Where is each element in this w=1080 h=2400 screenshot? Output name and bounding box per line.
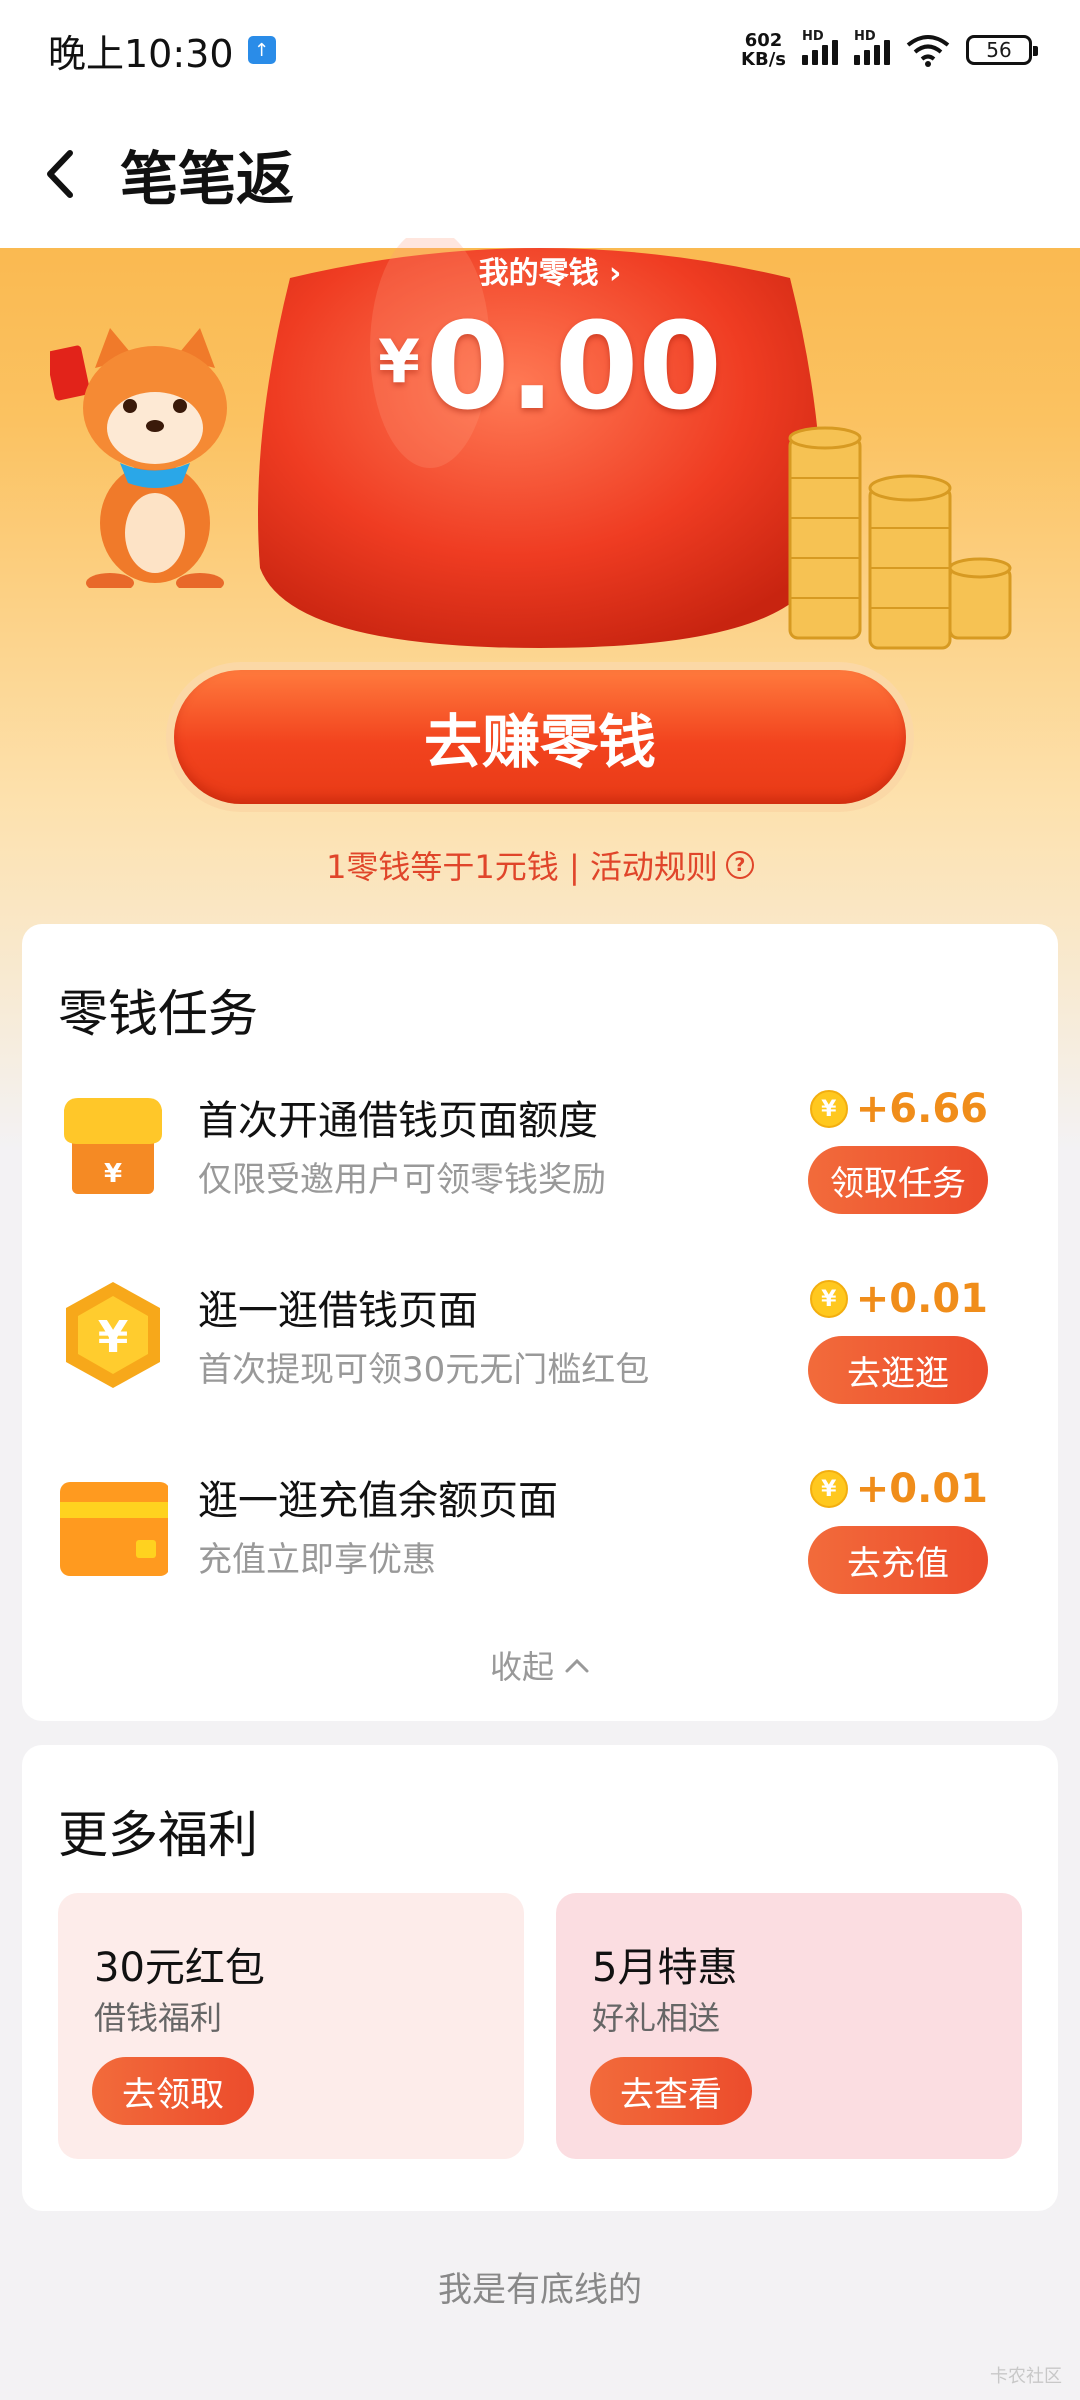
browse-button[interactable]: 去逛逛 xyxy=(808,1336,988,1404)
wifi-icon xyxy=(906,35,950,67)
task-item: ¥ 逛一逛借钱页面 首次提现可领30元无门槛红包 ¥ +0.01 去逛逛 xyxy=(22,1274,1058,1404)
svg-text:¥: ¥ xyxy=(104,1159,122,1189)
rule-text[interactable]: 1零钱等于1元钱 | 活动规则 xyxy=(326,842,718,888)
yen-coin-icon: ¥ xyxy=(66,1282,160,1388)
task-subtitle: 首次提现可领30元无门槛红包 xyxy=(198,1350,650,1390)
chevron-left-icon xyxy=(47,150,73,198)
task-title: 逛一逛借钱页面 xyxy=(198,1288,478,1334)
signal-hd-label: HD xyxy=(802,29,824,44)
claim-task-button[interactable]: 领取任务 xyxy=(808,1146,988,1214)
task-subtitle: 仅限受邀用户可领零钱奖励 xyxy=(198,1160,606,1200)
watermark: 卡农社区 xyxy=(990,2366,1062,2387)
battery-icon: 56 xyxy=(966,35,1038,65)
benefit-title: 30元红包 xyxy=(94,1945,265,1991)
task-item: 逛一逛充值余额页面 充值立即享优惠 ¥ +0.01 去充值 xyxy=(22,1464,1058,1594)
task-subtitle: 充值立即享优惠 xyxy=(198,1540,436,1580)
shiba-mascot-icon xyxy=(50,328,227,588)
task-reward-value: +0.01 xyxy=(855,1466,988,1512)
balance-label[interactable]: 我的零钱 › xyxy=(250,248,850,292)
status-time: 晚上10:30 xyxy=(48,31,234,76)
claim-button[interactable]: 去领取 xyxy=(92,2057,254,2125)
task-reward: ¥ +0.01 xyxy=(809,1466,988,1512)
balance-value: 0.00 xyxy=(425,298,722,437)
chevron-up-icon xyxy=(565,1658,589,1673)
benefit-red-packet[interactable]: 30元红包 借钱福利 去领取 xyxy=(58,1893,524,2159)
network-speed-value: 602 xyxy=(744,30,783,51)
coin-icon: ¥ xyxy=(809,1280,848,1318)
coin-icon: ¥ xyxy=(809,1090,848,1128)
signal-hd-label-2: HD xyxy=(854,29,876,44)
task-title: 逛一逛充值余额页面 xyxy=(198,1478,558,1524)
signal-icon: HD xyxy=(802,29,838,65)
help-circle-icon[interactable]: ? xyxy=(725,851,754,879)
page-title: 笔笔返 xyxy=(120,145,295,213)
task-title: 首次开通借钱页面额度 xyxy=(198,1098,598,1144)
recharge-button[interactable]: 去充值 xyxy=(808,1526,988,1594)
hero-banner: 我的零钱 › ¥0.00 去赚零钱 1零钱等于1元钱 | 活动规则 ? xyxy=(0,238,1080,908)
more-benefits-title: 更多福利 xyxy=(58,1806,258,1864)
benefit-subtitle: 借钱福利 xyxy=(94,1999,223,2037)
tasks-card: 零钱任务 ¥ 首次开通借钱页面额度 仅限受邀用户可领零钱奖励 ¥ +6.66 领… xyxy=(22,924,1058,1721)
coin-stack-icon xyxy=(783,426,1012,704)
task-reward-value: +0.01 xyxy=(855,1276,988,1322)
back-button[interactable] xyxy=(0,100,120,248)
tasks-title: 零钱任务 xyxy=(58,985,258,1043)
earn-money-button-frame: 去赚零钱 xyxy=(166,662,914,812)
signal-icon-2: HD xyxy=(854,29,890,65)
view-button[interactable]: 去查看 xyxy=(590,2057,752,2125)
benefit-may-special[interactable]: 5月特惠 好礼相送 去查看 xyxy=(556,1893,1022,2159)
balance-amount: ¥0.00 xyxy=(250,292,850,438)
benefit-subtitle: 好礼相送 xyxy=(592,1999,721,2037)
task-reward-value: +6.66 xyxy=(855,1086,988,1132)
card-icon xyxy=(60,1482,168,1576)
svg-text:¥: ¥ xyxy=(98,1312,129,1363)
nav-bar: 笔笔返 xyxy=(0,100,1080,248)
shop-icon: ¥ xyxy=(64,1098,162,1194)
benefit-title: 5月特惠 xyxy=(592,1945,738,1991)
task-item: ¥ 首次开通借钱页面额度 仅限受邀用户可领零钱奖励 ¥ +6.66 领取任务 xyxy=(22,1084,1058,1214)
upload-notification-icon: ↑ xyxy=(247,36,276,64)
end-of-list-text: 我是有底线的 xyxy=(438,2270,642,2310)
earn-money-button[interactable]: 去赚零钱 xyxy=(174,670,906,804)
network-speed-unit: KB/s xyxy=(741,49,786,70)
more-benefits-card: 更多福利 30元红包 借钱福利 去领取 5月特惠 好礼相送 去查看 xyxy=(22,1745,1058,2211)
coin-icon: ¥ xyxy=(809,1470,848,1508)
battery-level: 56 xyxy=(986,38,1012,62)
collapse-toggle[interactable]: 收起 xyxy=(22,1642,1058,1688)
currency-symbol: ¥ xyxy=(378,327,420,397)
task-reward: ¥ +6.66 xyxy=(809,1086,988,1132)
rule-row[interactable]: 1零钱等于1元钱 | 活动规则 ? xyxy=(0,842,1080,888)
collapse-label[interactable]: 收起 xyxy=(490,1642,554,1688)
status-bar: 晚上10:30 ↑ 602 KB/s HD HD 56 xyxy=(0,0,1080,100)
balance-panel[interactable]: 我的零钱 › ¥0.00 xyxy=(250,248,850,438)
status-indicators: 602 KB/s HD HD 56 xyxy=(741,29,1038,69)
task-reward: ¥ +0.01 xyxy=(809,1276,988,1322)
network-speed: 602 KB/s xyxy=(741,31,786,69)
